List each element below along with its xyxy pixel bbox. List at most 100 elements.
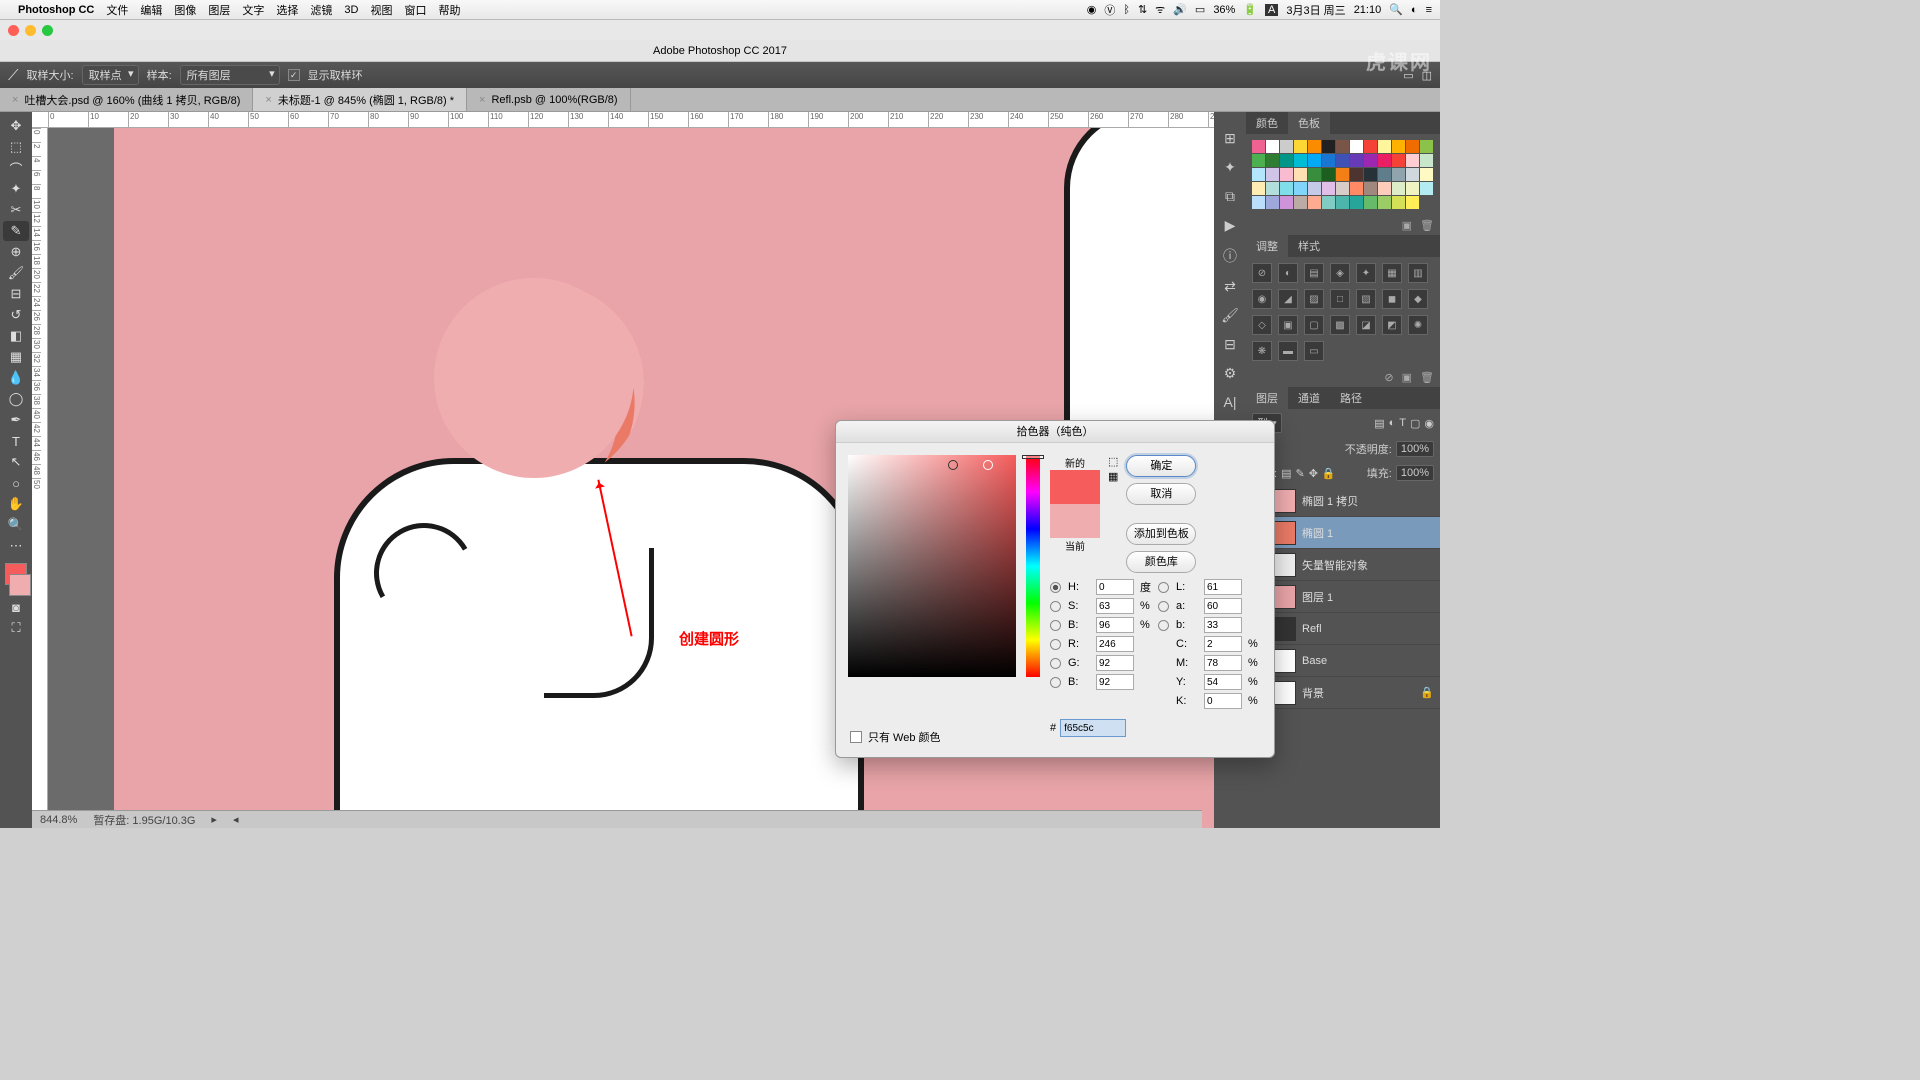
adj-item[interactable]: ▩: [1330, 315, 1350, 335]
screenmode-tool[interactable]: ⛶: [3, 618, 29, 638]
cancel-button[interactable]: 取消: [1126, 483, 1196, 505]
sample-select[interactable]: 所有图层: [180, 65, 280, 85]
web-icon[interactable]: ▦: [1108, 470, 1118, 483]
panel-toggle-icon[interactable]: ▭: [1403, 69, 1413, 82]
swatch[interactable]: [1322, 196, 1335, 209]
color-field[interactable]: [848, 455, 1016, 677]
swatch[interactable]: [1322, 140, 1335, 153]
swatch[interactable]: [1350, 182, 1363, 195]
search-icon[interactable]: 🔍: [1389, 3, 1403, 16]
fill-value[interactable]: 100%: [1396, 465, 1434, 481]
r-input[interactable]: [1096, 636, 1134, 652]
radio-h[interactable]: [1050, 582, 1061, 593]
swatch[interactable]: [1294, 154, 1307, 167]
swatch[interactable]: [1420, 182, 1433, 195]
swatch[interactable]: [1392, 196, 1405, 209]
swatch[interactable]: [1336, 168, 1349, 181]
l-input[interactable]: [1204, 579, 1242, 595]
swatch[interactable]: [1280, 182, 1293, 195]
swatch[interactable]: [1364, 168, 1377, 181]
wifi-icon[interactable]: ᯤ: [1155, 2, 1165, 17]
swatch[interactable]: [1378, 154, 1391, 167]
swatch[interactable]: [1266, 154, 1279, 167]
display-icon[interactable]: ▭: [1195, 3, 1205, 16]
adj-item[interactable]: ◢: [1278, 289, 1298, 309]
swatch[interactable]: [1406, 140, 1419, 153]
menu-filter[interactable]: 滤镜: [310, 2, 332, 18]
gradient-tool[interactable]: ▦: [3, 347, 29, 367]
adj-item[interactable]: ▦: [1382, 263, 1402, 283]
h-input[interactable]: [1096, 579, 1134, 595]
swatch[interactable]: [1308, 140, 1321, 153]
eyedropper-tool[interactable]: ✎: [3, 221, 29, 241]
m-input[interactable]: [1204, 655, 1242, 671]
swatch[interactable]: [1322, 168, 1335, 181]
layer-row[interactable]: 👁图层 1: [1246, 581, 1440, 613]
swatch[interactable]: [1350, 168, 1363, 181]
swatch[interactable]: [1378, 182, 1391, 195]
adj-item[interactable]: ❋: [1252, 341, 1272, 361]
tab-2[interactable]: ×Refl.psb @ 100%(RGB/8): [467, 88, 631, 111]
app-name[interactable]: Photoshop CC: [18, 4, 94, 16]
swatch[interactable]: [1336, 182, 1349, 195]
swatch[interactable]: [1280, 154, 1293, 167]
lock-icon[interactable]: ✥: [1309, 467, 1318, 480]
char-icon[interactable]: A|: [1224, 394, 1237, 410]
radio-bb[interactable]: [1050, 677, 1061, 688]
star-icon[interactable]: ✦: [1224, 159, 1236, 176]
adj-item[interactable]: ◐: [1278, 263, 1298, 283]
swatch[interactable]: [1392, 154, 1405, 167]
swatch[interactable]: [1308, 154, 1321, 167]
bg-color[interactable]: [9, 574, 31, 596]
swatch[interactable]: [1252, 154, 1265, 167]
s-input[interactable]: [1096, 598, 1134, 614]
menu-3d[interactable]: 3D: [344, 4, 358, 16]
chevron-icon[interactable]: ◂: [233, 813, 239, 826]
tab-color[interactable]: 颜色: [1246, 112, 1288, 134]
layer-row[interactable]: 👁椭圆 1: [1246, 517, 1440, 549]
swatch[interactable]: [1252, 182, 1265, 195]
clone-icon[interactable]: ⊟: [1224, 336, 1236, 353]
swatch[interactable]: [1266, 140, 1279, 153]
close-button[interactable]: [8, 25, 19, 36]
minimize-button[interactable]: [25, 25, 36, 36]
layer-row[interactable]: 👁矢量智能对象: [1246, 549, 1440, 581]
ok-button[interactable]: 确定: [1126, 455, 1196, 477]
adj-item[interactable]: ◩: [1382, 315, 1402, 335]
color-marker[interactable]: [948, 460, 958, 470]
more-tool[interactable]: ⋯: [3, 536, 29, 556]
swatch[interactable]: [1420, 140, 1433, 153]
cube-icon[interactable]: ⬚: [1108, 455, 1118, 468]
blur-tool[interactable]: 💧: [3, 368, 29, 388]
swatch[interactable]: [1364, 154, 1377, 167]
sample-size-select[interactable]: 取样点: [82, 65, 139, 85]
menu-view[interactable]: 视图: [370, 2, 392, 18]
pen-tool[interactable]: ✒: [3, 410, 29, 430]
type-tool[interactable]: T: [3, 431, 29, 451]
swatch[interactable]: [1378, 168, 1391, 181]
radio-r[interactable]: [1050, 639, 1061, 650]
swatch[interactable]: [1294, 182, 1307, 195]
swatch[interactable]: [1378, 196, 1391, 209]
tab-layers[interactable]: 图层: [1246, 387, 1288, 409]
swatch[interactable]: [1406, 168, 1419, 181]
swatch[interactable]: [1266, 168, 1279, 181]
swatch[interactable]: [1266, 182, 1279, 195]
swatch[interactable]: [1308, 182, 1321, 195]
zoom-tool[interactable]: 🔍: [3, 515, 29, 535]
swatch[interactable]: [1294, 196, 1307, 209]
adj-item[interactable]: ◪: [1356, 315, 1376, 335]
adj-item[interactable]: ▭: [1304, 341, 1324, 361]
swatch[interactable]: [1322, 154, 1335, 167]
radio-b2[interactable]: [1158, 620, 1169, 631]
adjust-icon[interactable]: ⚙: [1224, 365, 1237, 382]
hand-tool[interactable]: ✋: [3, 494, 29, 514]
swatch[interactable]: [1252, 168, 1265, 181]
swatch[interactable]: [1420, 154, 1433, 167]
radio-l[interactable]: [1158, 582, 1169, 593]
adj-item[interactable]: ✺: [1408, 315, 1428, 335]
input-icon[interactable]: Ⓥ: [1104, 2, 1115, 18]
nav-icon[interactable]: ⊞: [1224, 130, 1236, 147]
adj-item[interactable]: ✦: [1356, 263, 1376, 283]
adj-item[interactable]: ▣: [1278, 315, 1298, 335]
